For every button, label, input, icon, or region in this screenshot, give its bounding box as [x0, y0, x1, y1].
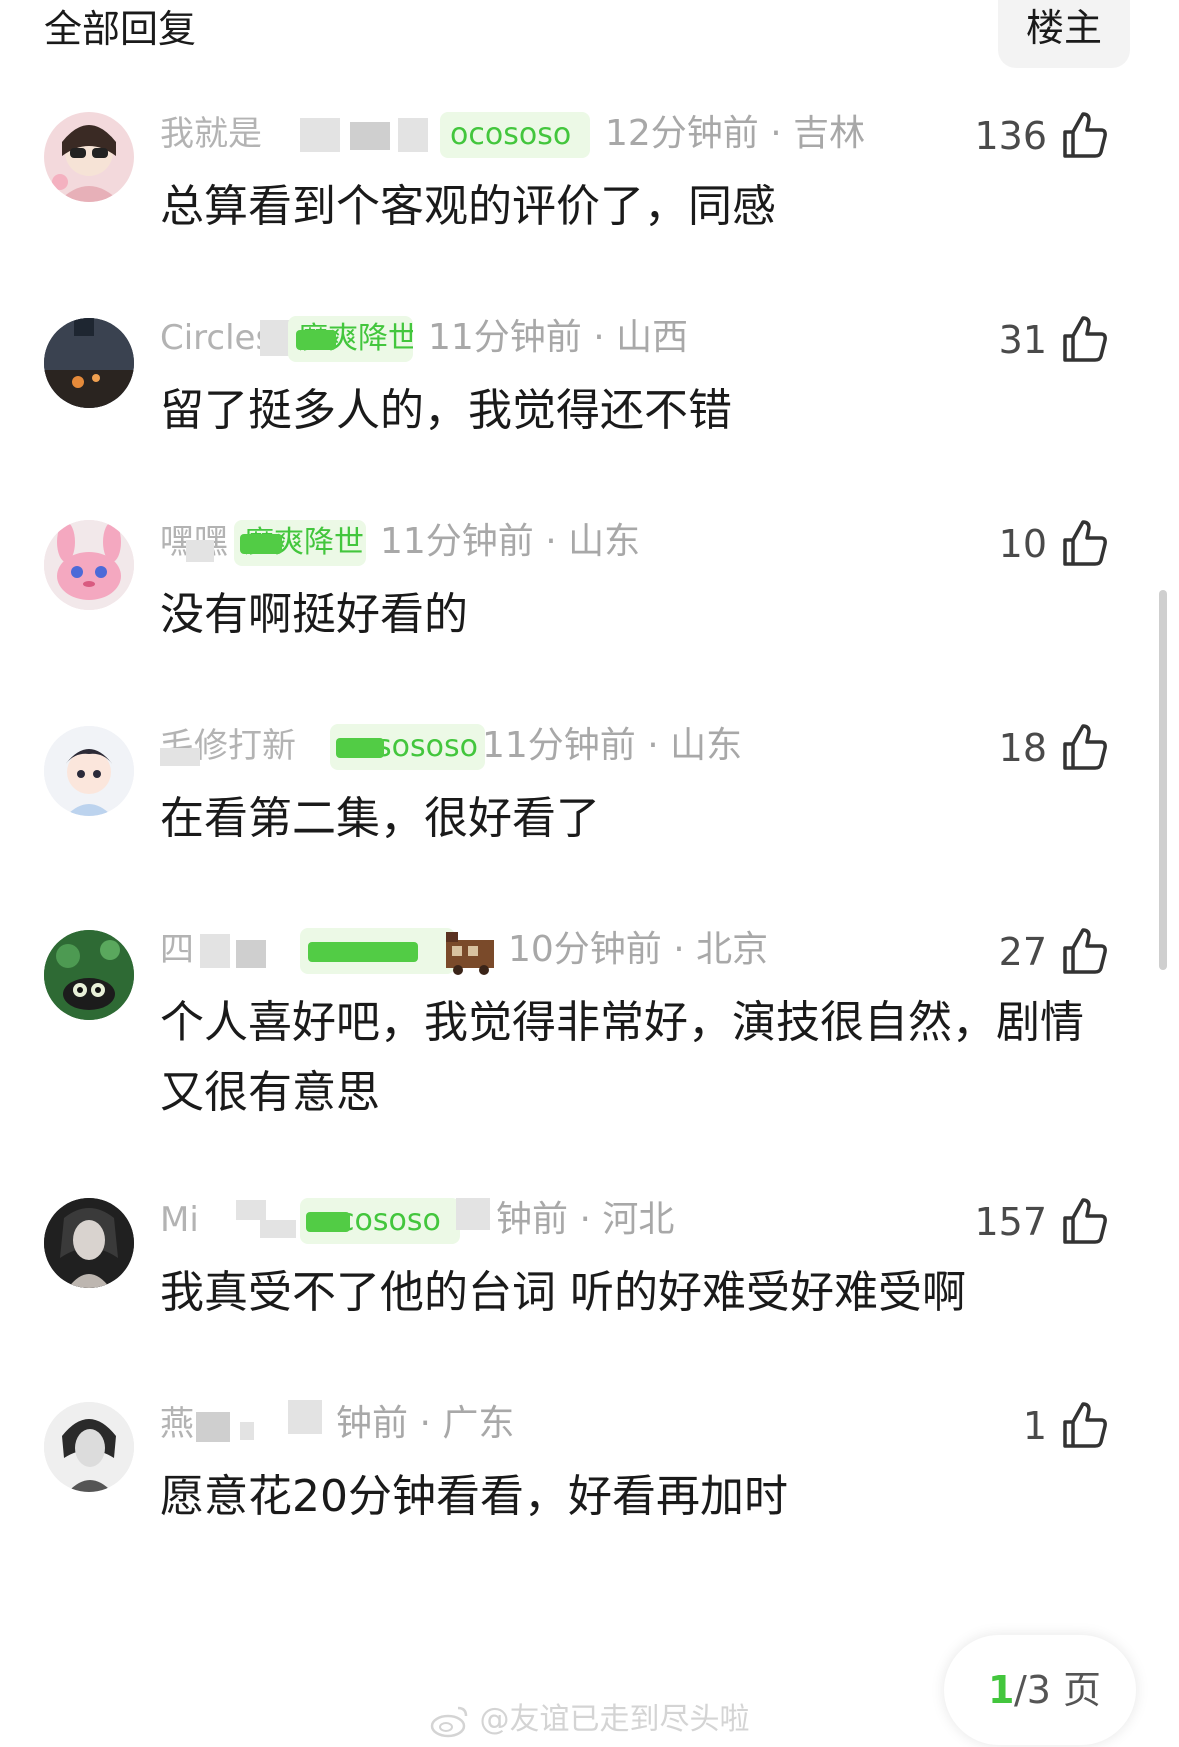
avatar[interactable] — [44, 1198, 134, 1288]
comment-text[interactable]: 留了挺多人的，我觉得还不错 — [160, 376, 1120, 446]
fan-badge[interactable]: sososo — [330, 724, 485, 770]
timestamp-location: 12分钟前 · 吉林 — [605, 113, 866, 154]
timestamp-location: 钟前 · 河北 — [496, 1199, 675, 1240]
avatar[interactable] — [44, 1402, 134, 1492]
comment-text[interactable]: 没有啊挺好看的 — [160, 580, 1120, 650]
fan-badge[interactable]: ocososo — [440, 112, 590, 158]
username[interactable]: 燕 — [160, 1404, 270, 1444]
total-pages: /3 页 — [1014, 1668, 1102, 1712]
thumbs-up-icon — [1063, 928, 1107, 974]
comment-meta: 燕 钟前 · 广东 — [160, 1394, 1000, 1454]
timestamp-location: 11分钟前 · 山西 — [428, 317, 689, 358]
fan-badge[interactable] — [300, 928, 455, 974]
comment-meta: 嘿嘿 魔爽降世 11分钟前 · 山东 — [160, 512, 1000, 572]
like-count: 157 — [974, 1200, 1047, 1244]
username[interactable]: 我就是 — [160, 114, 440, 154]
comment-meta: 四 10分钟前 · 北京 — [160, 920, 1000, 980]
thumbs-up-icon — [1063, 520, 1107, 566]
replies-header: 全部回复 楼主 — [0, 0, 1179, 70]
comment-text[interactable]: 我真受不了他的台词 听的好难受好难受啊 — [160, 1258, 1120, 1328]
like-count: 18 — [998, 726, 1047, 770]
current-page: 1 — [988, 1668, 1015, 1712]
fan-badge[interactable]: 魔爽降世 — [234, 520, 366, 566]
username[interactable]: 嘿嘿 — [160, 522, 240, 562]
username[interactable]: Circles — [160, 318, 290, 358]
op-only-tab[interactable]: 楼主 — [998, 0, 1130, 68]
thumbs-up-icon — [1063, 1198, 1107, 1244]
page-title: 全部回复 — [44, 7, 197, 51]
thumbs-up-icon — [1063, 112, 1107, 158]
op-only-label: 楼主 — [1025, 6, 1102, 50]
fan-badge[interactable]: 魔爽降世 — [288, 316, 413, 362]
comment-text[interactable]: 个人喜好吧，我觉得非常好，演技很自然，剧情又很有意思 — [160, 988, 1120, 1128]
fan-badge[interactable]: cososo — [300, 1198, 460, 1244]
like-count: 136 — [974, 114, 1047, 158]
watermark-text: @友谊已走到尽头啦 — [479, 1702, 750, 1737]
username[interactable]: Mi — [160, 1200, 300, 1240]
like-count: 1 — [1022, 1404, 1047, 1448]
timestamp-location: 10分钟前 · 北京 — [508, 929, 769, 970]
timestamp-location: 钟前 · 广东 — [336, 1403, 515, 1444]
comment-text[interactable]: 愿意花20分钟看看，好看再加时 — [160, 1462, 1120, 1532]
avatar[interactable] — [44, 318, 134, 408]
comment-text[interactable]: 在看第二集，很好看了 — [160, 784, 1120, 854]
page-indicator[interactable]: 1 /3 页 — [944, 1635, 1136, 1745]
thumbs-up-icon — [1063, 724, 1107, 770]
comment-meta: Circles 魔爽降世 11分钟前 · 山西 — [160, 308, 1000, 368]
avatar[interactable] — [44, 112, 134, 202]
username[interactable]: 四 — [160, 930, 280, 970]
scrollbar-thumb[interactable] — [1159, 590, 1167, 970]
like-count: 10 — [998, 522, 1047, 566]
like-count: 27 — [998, 930, 1047, 974]
timestamp-location: 11分钟前 · 山东 — [380, 521, 641, 562]
comment-meta: 我就是 ocososo 12分钟前 · 吉林 — [160, 104, 1000, 164]
watermark: @友谊已走到尽头啦 — [430, 1700, 750, 1740]
weibo-icon — [430, 1706, 468, 1737]
comment-meta: Mi cososo 钟前 · 河北 — [160, 1190, 1000, 1250]
avatar[interactable] — [44, 930, 134, 1020]
timestamp-location: 11分钟前 · 山东 — [482, 725, 743, 766]
medal-icon — [446, 932, 494, 975]
like-count: 31 — [998, 318, 1047, 362]
username[interactable]: 毛修打新 — [160, 726, 320, 766]
thumbs-up-icon — [1063, 1402, 1107, 1448]
avatar[interactable] — [44, 726, 134, 816]
comment-text[interactable]: 总算看到个客观的评价了，同感 — [160, 172, 1120, 242]
comment-meta: 毛修打新 sososo 11分钟前 · 山东 — [160, 716, 1000, 776]
thumbs-up-icon — [1063, 316, 1107, 362]
avatar[interactable] — [44, 520, 134, 610]
